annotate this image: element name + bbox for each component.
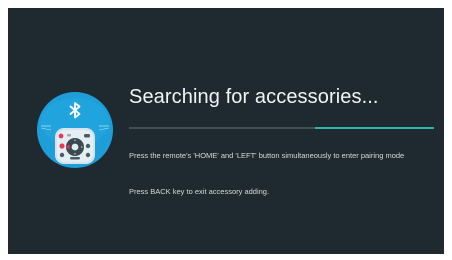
pairing-screen: Searching for accessories... Press the r… bbox=[8, 8, 444, 254]
pairing-instruction: Press the remote's 'HOME' and 'LEFT' but… bbox=[129, 151, 405, 160]
progress-fill bbox=[315, 127, 434, 129]
search-progress-bar bbox=[129, 127, 434, 129]
remote-pairing-illustration bbox=[37, 92, 113, 168]
page-title: Searching for accessories... bbox=[129, 86, 379, 108]
remote-control-icon bbox=[55, 128, 95, 164]
exit-hint: Press BACK key to exit accessory adding. bbox=[129, 187, 270, 196]
